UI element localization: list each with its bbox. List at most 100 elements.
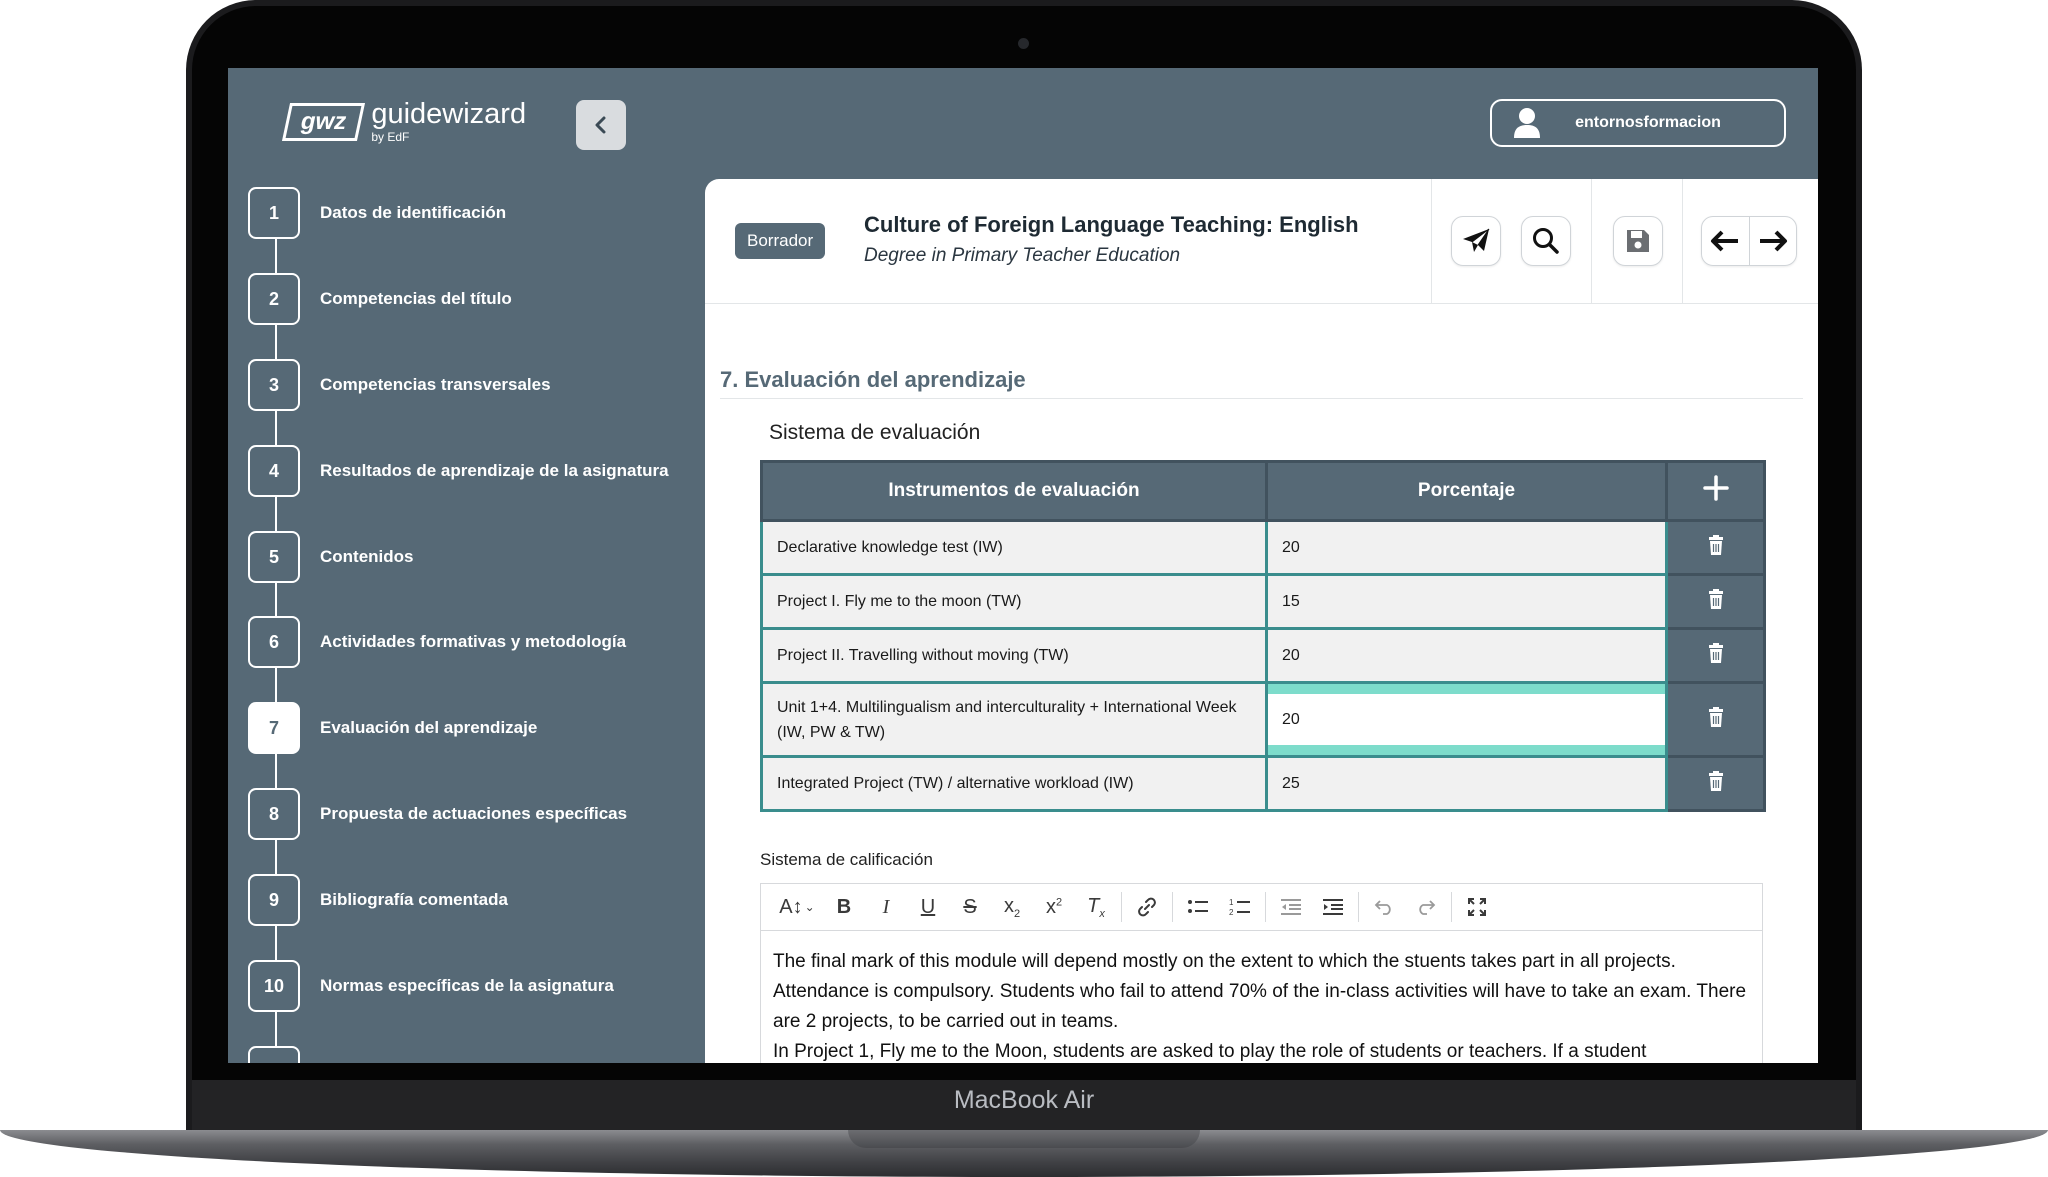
column-header-percent: Porcentaje [1265, 460, 1668, 522]
table-header-row: Instrumentos de evaluación Porcentaje [760, 460, 1766, 522]
instrument-cell[interactable]: Declarative knowledge test (IW) [760, 519, 1268, 576]
document-header: Borrador Culture of Foreign Language Tea… [705, 179, 1818, 304]
user-icon [1512, 106, 1542, 140]
step-4[interactable]: 4 Resultados de aprendizaje de la asigna… [248, 445, 669, 497]
outdent-icon [1281, 899, 1301, 915]
step-label: Normas específicas de la asignatura [320, 976, 614, 995]
step-3[interactable]: 3 Competencias transversales [248, 359, 551, 411]
clear-format-icon: Tx [1087, 894, 1105, 920]
logo-byline: by EdF [371, 130, 410, 144]
step-number: 7 [248, 702, 300, 754]
instrument-cell[interactable]: Unit 1+4. Multilingualism and intercultu… [760, 681, 1268, 758]
percent-cell[interactable]: 25 [1265, 755, 1668, 812]
step-8[interactable]: 8 Propuesta de actuaciones específicas [248, 788, 627, 840]
delete-row-button[interactable] [1665, 627, 1766, 684]
toolbar-divider [1172, 892, 1173, 922]
chevron-left-icon [595, 116, 606, 134]
strikethrough-button[interactable]: S [949, 887, 991, 927]
trash-icon [1708, 707, 1723, 727]
superscript-button[interactable]: x2 [1033, 887, 1075, 927]
underline-button[interactable]: U [907, 887, 949, 927]
search-icon [1533, 228, 1559, 254]
step-5[interactable]: 5 Contenidos [248, 531, 414, 583]
editor-paragraph: The final mark of this module will depen… [773, 951, 1747, 1032]
step-number: 6 [248, 616, 300, 668]
step-10[interactable]: 10 Normas específicas de la asignatura [248, 960, 614, 1012]
font-size-dropdown[interactable]: A↕ ⌄ [771, 887, 823, 927]
link-button[interactable] [1126, 887, 1168, 927]
indent-button[interactable] [1312, 887, 1354, 927]
italic-icon: I [882, 895, 890, 918]
instrument-cell[interactable]: Integrated Project (TW) / alternative wo… [760, 755, 1268, 812]
delete-row-button[interactable] [1665, 573, 1766, 630]
subscript-icon: x2 [1003, 894, 1021, 920]
chevron-down-icon: ⌄ [804, 900, 815, 914]
step-2[interactable]: 2 Competencias del título [248, 273, 512, 325]
header-divider [1431, 179, 1432, 303]
italic-button[interactable]: I [865, 887, 907, 927]
arrow-right-icon [1759, 230, 1787, 252]
percent-cell[interactable]: 20 [1265, 627, 1668, 684]
step-6[interactable]: 6 Actividades formativas y metodología [248, 616, 626, 668]
bullet-list-button[interactable] [1177, 887, 1219, 927]
outdent-button[interactable] [1270, 887, 1312, 927]
percent-cell[interactable]: 20 [1265, 519, 1668, 576]
step-7[interactable]: 7 Evaluación del aprendizaje [248, 702, 537, 754]
next-button[interactable] [1748, 217, 1797, 265]
previous-button[interactable] [1702, 217, 1749, 265]
svg-text:2: 2 [1229, 908, 1234, 917]
table-row: Project II. Travelling without moving (T… [760, 627, 1766, 684]
step-1[interactable]: 1 Datos de identificación [248, 187, 506, 239]
percent-cell-focused[interactable]: 20 [1265, 681, 1668, 758]
instrument-cell[interactable]: Project I. Fly me to the moon (TW) [760, 573, 1268, 630]
main-card: Borrador Culture of Foreign Language Tea… [705, 179, 1818, 1063]
document-subtitle: Degree in Primary Teacher Education [864, 245, 1181, 266]
bold-button[interactable]: B [823, 887, 865, 927]
percent-cell[interactable]: 15 [1265, 573, 1668, 630]
table-row: Project I. Fly me to the moon (TW) 15 [760, 573, 1766, 630]
font-size-icon: A↕ [779, 895, 803, 918]
collapse-sidebar-button[interactable] [576, 100, 626, 150]
step-label: Contenidos [320, 547, 414, 566]
camera [1018, 38, 1029, 49]
subscript-button[interactable]: x2 [991, 887, 1033, 927]
evaluation-table: Instrumentos de evaluación Porcentaje De… [760, 460, 1766, 812]
step-number: 9 [248, 874, 300, 926]
add-row-button[interactable] [1665, 460, 1766, 522]
send-button[interactable] [1451, 216, 1501, 266]
clear-format-button[interactable]: Tx [1075, 887, 1117, 927]
user-menu-button[interactable]: entornosformacion [1490, 99, 1786, 147]
redo-button[interactable] [1405, 887, 1447, 927]
undo-icon [1374, 900, 1391, 915]
table-row: Unit 1+4. Multilingualism and intercultu… [760, 681, 1766, 758]
redo-icon [1419, 900, 1436, 915]
column-header-instrument: Instrumentos de evaluación [760, 460, 1268, 522]
toolbar-divider [1265, 892, 1266, 922]
step-label: Actividades formativas y metodología [320, 632, 627, 651]
editor-paragraph: In Project 1, Fly me to the Moon, studen… [773, 1041, 1647, 1062]
step-label: Evaluación del aprendizaje [320, 718, 538, 737]
link-icon [1138, 897, 1156, 917]
bold-icon: B [836, 895, 852, 918]
undo-button[interactable] [1363, 887, 1405, 927]
step-label: Bibliografía comentada [320, 890, 508, 909]
table-row: Integrated Project (TW) / alternative wo… [760, 755, 1766, 812]
editor-toolbar: A↕ ⌄ B I U S x2 x2 Tx 12 [760, 883, 1763, 931]
step-number: 4 [248, 445, 300, 497]
step-number [248, 1046, 300, 1063]
grading-editor[interactable]: The final mark of this module will depen… [760, 930, 1763, 1063]
delete-row-button[interactable] [1665, 519, 1766, 576]
section-title: 7. Evaluación del aprendizaje [720, 367, 1026, 392]
arrow-left-icon [1711, 230, 1739, 252]
delete-row-button[interactable] [1665, 755, 1766, 812]
instrument-cell[interactable]: Project II. Travelling without moving (T… [760, 627, 1268, 684]
delete-row-button[interactable] [1665, 681, 1766, 758]
numbered-list-button[interactable]: 12 [1219, 887, 1261, 927]
step-label: Competencias del título [320, 289, 512, 308]
save-button[interactable] [1613, 216, 1663, 266]
fullscreen-button[interactable] [1456, 887, 1498, 927]
search-button[interactable] [1521, 216, 1571, 266]
step-11[interactable] [248, 1046, 300, 1063]
trash-icon [1708, 771, 1723, 791]
step-9[interactable]: 9 Bibliografía comentada [248, 874, 508, 926]
